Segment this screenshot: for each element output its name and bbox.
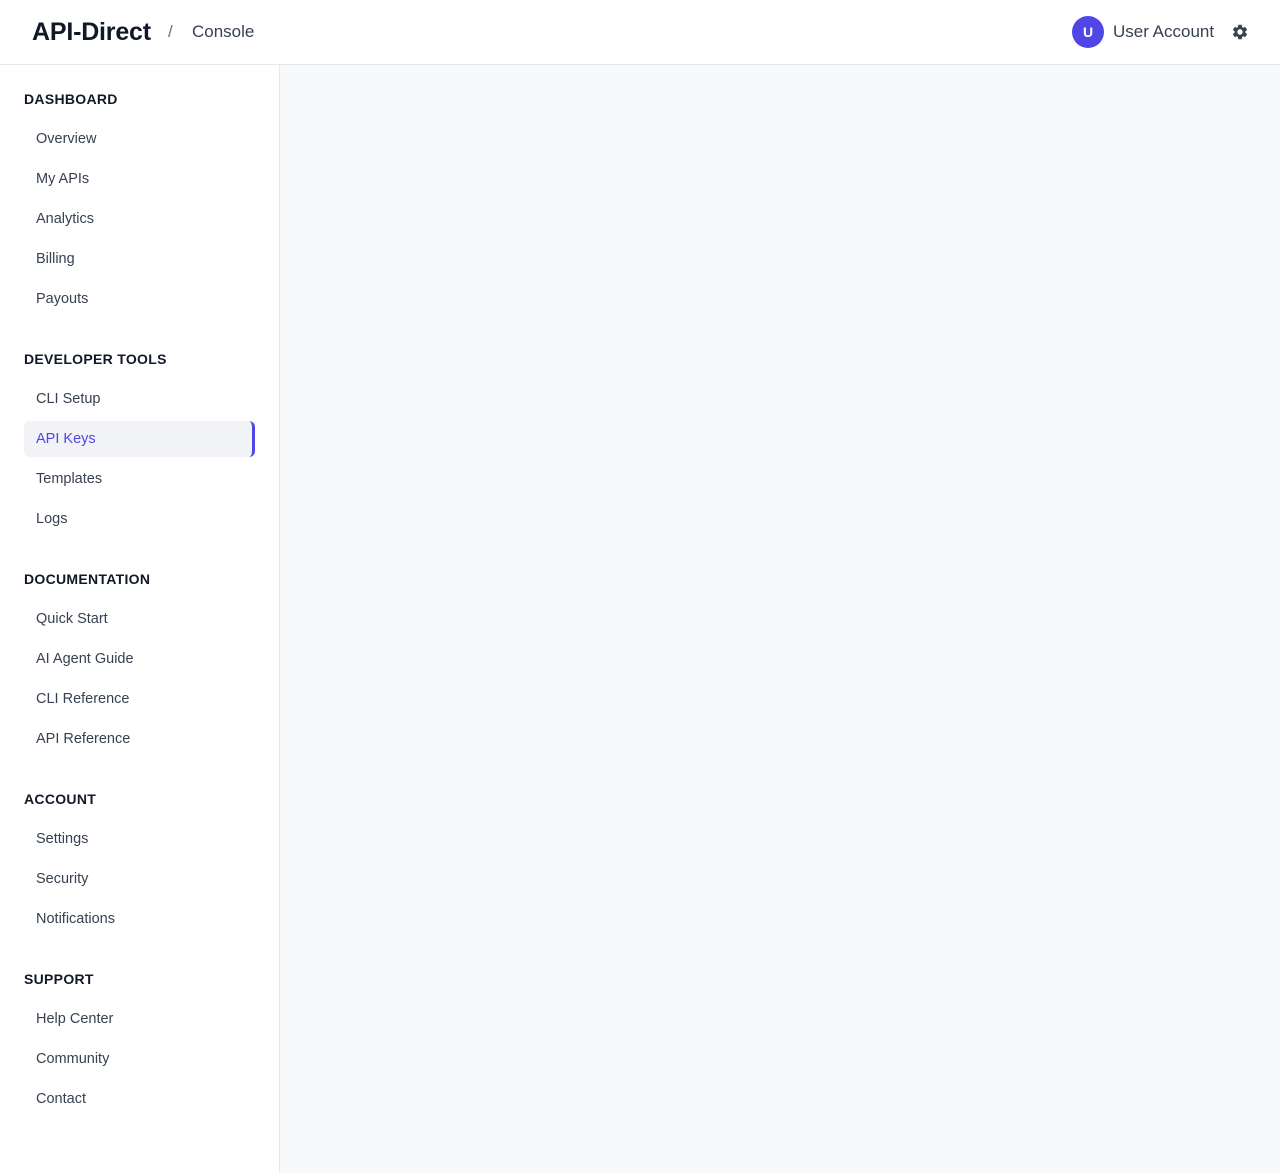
section-title-support: SUPPORT [24, 971, 94, 987]
sidebar-item-settings[interactable]: Settings [24, 821, 255, 857]
sidebar-item-payouts[interactable]: Payouts [24, 281, 255, 317]
sidebar: DASHBOARD Overview My APIs Analytics Bil… [0, 65, 280, 1173]
gear-icon [1232, 24, 1248, 40]
user-account-menu[interactable]: U User Account [1072, 16, 1214, 48]
sidebar-item-security[interactable]: Security [24, 861, 255, 897]
section-title-account: ACCOUNT [24, 791, 97, 807]
section-title-documentation: DOCUMENTATION [24, 571, 151, 587]
sidebar-item-api-keys[interactable]: API Keys [24, 421, 255, 457]
breadcrumb-separator: / [168, 22, 173, 41]
sidebar-item-notifications[interactable]: Notifications [24, 901, 255, 937]
sidebar-item-cli-reference[interactable]: CLI Reference [24, 681, 255, 717]
breadcrumb-page[interactable]: Console [192, 21, 254, 43]
top-header: API-Direct / Console U User Account [0, 0, 1280, 65]
section-title-developer-tools: DEVELOPER TOOLS [24, 351, 167, 367]
sidebar-item-quick-start[interactable]: Quick Start [24, 601, 255, 637]
sidebar-item-ai-agent-guide[interactable]: AI Agent Guide [24, 641, 255, 677]
brand-logo[interactable]: API-Direct [32, 16, 151, 48]
avatar: U [1072, 16, 1104, 48]
sidebar-item-logs[interactable]: Logs [24, 501, 255, 537]
sidebar-item-contact[interactable]: Contact [24, 1081, 255, 1117]
sidebar-item-cli-setup[interactable]: CLI Setup [24, 381, 255, 417]
sidebar-item-help-center[interactable]: Help Center [24, 1001, 255, 1037]
account-name: User Account [1113, 22, 1215, 41]
sidebar-item-api-reference[interactable]: API Reference [24, 721, 255, 757]
sidebar-item-analytics[interactable]: Analytics [24, 201, 255, 237]
sidebar-item-billing[interactable]: Billing [24, 241, 255, 277]
sidebar-item-overview[interactable]: Overview [24, 121, 255, 157]
section-title-dashboard: DASHBOARD [24, 91, 118, 107]
sidebar-item-templates[interactable]: Templates [24, 461, 255, 497]
sidebar-item-community[interactable]: Community [24, 1041, 255, 1077]
sidebar-item-my-apis[interactable]: My APIs [24, 161, 255, 197]
main-content [280, 65, 1280, 1173]
settings-button[interactable] [1229, 21, 1251, 43]
